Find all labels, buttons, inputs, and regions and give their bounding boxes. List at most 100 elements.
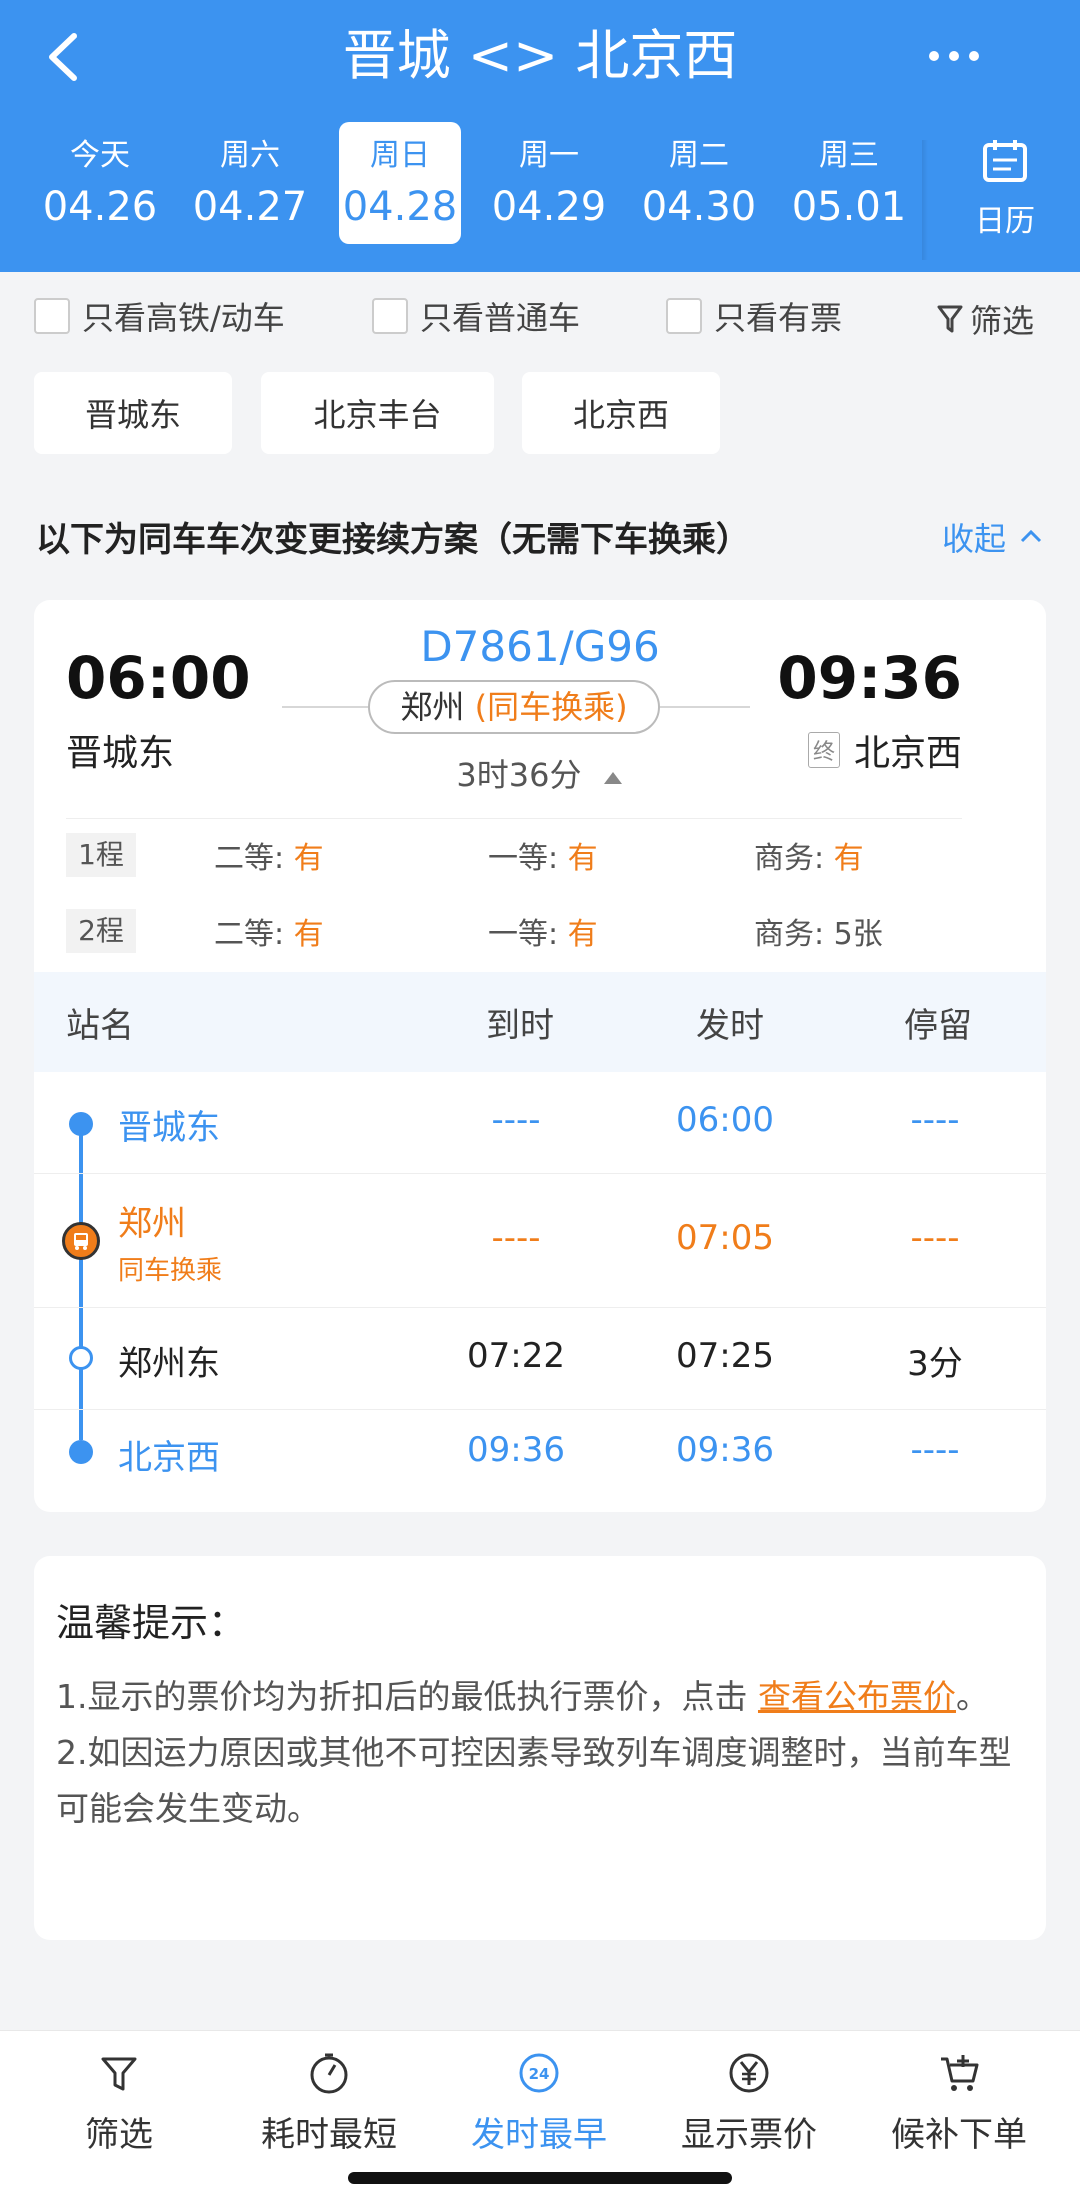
cart-add-icon [941, 2055, 979, 2091]
tips-title: 温馨提示： [56, 1601, 247, 1645]
tip-text: 。 [955, 1677, 989, 1716]
nav-label: 发时最早 [471, 2115, 607, 2155]
tip-line: 1.显示的票价均为折扣后的最低执行票价，点击 查看公布票价。 [56, 1669, 1024, 1725]
calendar-icon [983, 140, 1027, 182]
timeline-dot [69, 1112, 93, 1136]
train-card[interactable]: 06:00 晋城东 D7861/G96 郑州 (同车换乘) 3时36分 09:3… [34, 600, 1046, 1512]
arrival-station: 北京西 [853, 733, 962, 774]
nav-show-price[interactable]: 显示票价 [644, 2051, 854, 2156]
seat-class-label: 二等: [214, 841, 285, 876]
chevron-up-icon [1020, 529, 1042, 543]
nav-shortest[interactable]: 耗时最短 [224, 2051, 434, 2156]
station-chip[interactable]: 北京西 [522, 372, 720, 454]
arrival-time: 09:36 [777, 644, 962, 712]
stop-sub-label: 同车换乘 [118, 1256, 223, 1286]
seat-status: 有 [833, 841, 864, 876]
date-weekday: 今天 [70, 138, 130, 173]
seat-availability-row: 1程 二等: 有 一等: 有 商务: 有 [66, 830, 1026, 880]
date-value: 04.27 [192, 184, 308, 230]
column-header: 发时 [696, 1006, 764, 1046]
divider [66, 818, 962, 819]
depart-time: 07:25 [676, 1336, 774, 1376]
segment-tag: 2程 [66, 909, 136, 953]
transfer-bus-icon [62, 1222, 100, 1260]
more-icon[interactable] [924, 38, 984, 74]
seat-class-label: 二等: [214, 917, 285, 952]
stay-time: ---- [910, 1218, 960, 1258]
timeline-dot [69, 1440, 93, 1464]
filter-button[interactable]: 筛选 [936, 296, 1034, 342]
arrive-time: ---- [491, 1100, 541, 1140]
high-speed-checkbox[interactable]: 只看高铁/动车 [34, 296, 285, 337]
filter-icon [101, 2057, 137, 2091]
checkbox-box [372, 298, 408, 334]
arrive-time: 07:22 [467, 1336, 565, 1376]
seat-class-label: 商务: [754, 917, 825, 952]
checkbox-label: 只看有票 [714, 299, 843, 337]
arrive-time: ---- [491, 1218, 541, 1258]
calendar-button[interactable]: 日历 [955, 138, 1055, 240]
stop-row: 郑州 同车换乘 ---- 07:05 ---- [34, 1174, 1046, 1308]
home-indicator [348, 2172, 732, 2184]
date-value: 04.29 [491, 184, 607, 230]
stop-row: 郑州东 07:22 07:25 3分 [34, 1308, 1046, 1410]
seat-availability-row: 2程 二等: 有 一等: 有 商务: 5张 [66, 906, 1026, 956]
depart-time: 07:05 [676, 1218, 774, 1258]
stop-name: 郑州东 [118, 1344, 220, 1384]
seat-class-label: 一等: [488, 841, 559, 876]
header: 晋城 <> 北京西 今天 04.26 周六 04.27 周日 04.28 周一 … [0, 0, 1080, 272]
date-value: 04.30 [641, 184, 757, 230]
terminal-tag: 终 [807, 732, 840, 768]
stay-time: ---- [910, 1100, 960, 1140]
nav-label: 候补下单 [891, 2115, 1027, 2155]
tip-text: 1.显示的票价均为折扣后的最低执行票价，点击 [56, 1677, 758, 1716]
date-weekday: 周三 [819, 138, 879, 173]
transfer-label: (同车换乘) [474, 688, 628, 726]
date-value: 04.28 [342, 184, 458, 230]
date-tab[interactable]: 周三 05.01 [774, 122, 924, 244]
filter-bar: 只看高铁/动车 只看普通车 只看有票 筛选 [0, 280, 1080, 350]
segment-tag: 1程 [66, 833, 136, 877]
column-header: 到时 [486, 1006, 554, 1046]
checkbox-label: 只看普通车 [420, 299, 581, 337]
seat-status: 有 [293, 917, 324, 952]
arrival-station-wrap: 终 北京西 [807, 724, 962, 776]
date-selector: 今天 04.26 周六 04.27 周日 04.28 周一 04.29 周二 0… [0, 122, 930, 248]
stop-name: 北京西 [118, 1438, 220, 1478]
depart-time: 09:36 [676, 1430, 774, 1470]
stop-row: 北京西 09:36 09:36 ---- [34, 1410, 1046, 1512]
station-chip[interactable]: 晋城东 [34, 372, 232, 454]
nav-waitlist[interactable]: 候补下单 [854, 2051, 1064, 2156]
route-line [660, 706, 750, 708]
clock-24-icon: 24 [519, 2053, 559, 2093]
nav-earliest[interactable]: 24 发时最早 [434, 2051, 644, 2156]
route-line [282, 706, 370, 708]
plan-title: 以下为同车车次变更接续方案（无需下车换乘） [36, 520, 750, 560]
date-tab[interactable]: 周六 04.27 [175, 122, 325, 244]
transfer-city: 郑州 [400, 688, 465, 726]
date-weekday: 周日 [370, 138, 430, 173]
date-tab[interactable]: 今天 04.26 [25, 122, 175, 244]
svg-text:24: 24 [529, 2065, 550, 2083]
bottom-nav: 筛选 耗时最短 24 发时最早 显示票价 候补下单 [0, 2030, 1080, 2200]
nav-filter[interactable]: 筛选 [14, 2051, 224, 2156]
transfer-pill: 郑州 (同车换乘) [368, 680, 660, 734]
date-tab[interactable]: 周二 04.30 [624, 122, 774, 244]
page-title: 晋城 <> 北京西 [342, 24, 738, 87]
seat-status: 有 [567, 917, 598, 952]
normal-train-checkbox[interactable]: 只看普通车 [372, 296, 581, 337]
station-chip[interactable]: 北京丰台 [261, 372, 494, 454]
date-value: 04.26 [42, 184, 158, 230]
checkbox-box [34, 298, 70, 334]
published-price-link[interactable]: 查看公布票价 [758, 1677, 956, 1716]
date-weekday: 周六 [220, 138, 280, 173]
stay-time: 3分 [907, 1344, 963, 1384]
nav-label: 耗时最短 [261, 2115, 397, 2155]
tips-card: 温馨提示： 1.显示的票价均为折扣后的最低执行票价，点击 查看公布票价。 2.如… [34, 1556, 1046, 1940]
seat-class-label: 一等: [488, 917, 559, 952]
available-checkbox[interactable]: 只看有票 [666, 296, 843, 337]
date-tab-selected[interactable]: 周日 04.28 [339, 122, 461, 244]
seat-status: 5张 [833, 917, 883, 952]
date-tab[interactable]: 周一 04.29 [474, 122, 624, 244]
collapse-button[interactable]: 收起 [942, 514, 1046, 560]
